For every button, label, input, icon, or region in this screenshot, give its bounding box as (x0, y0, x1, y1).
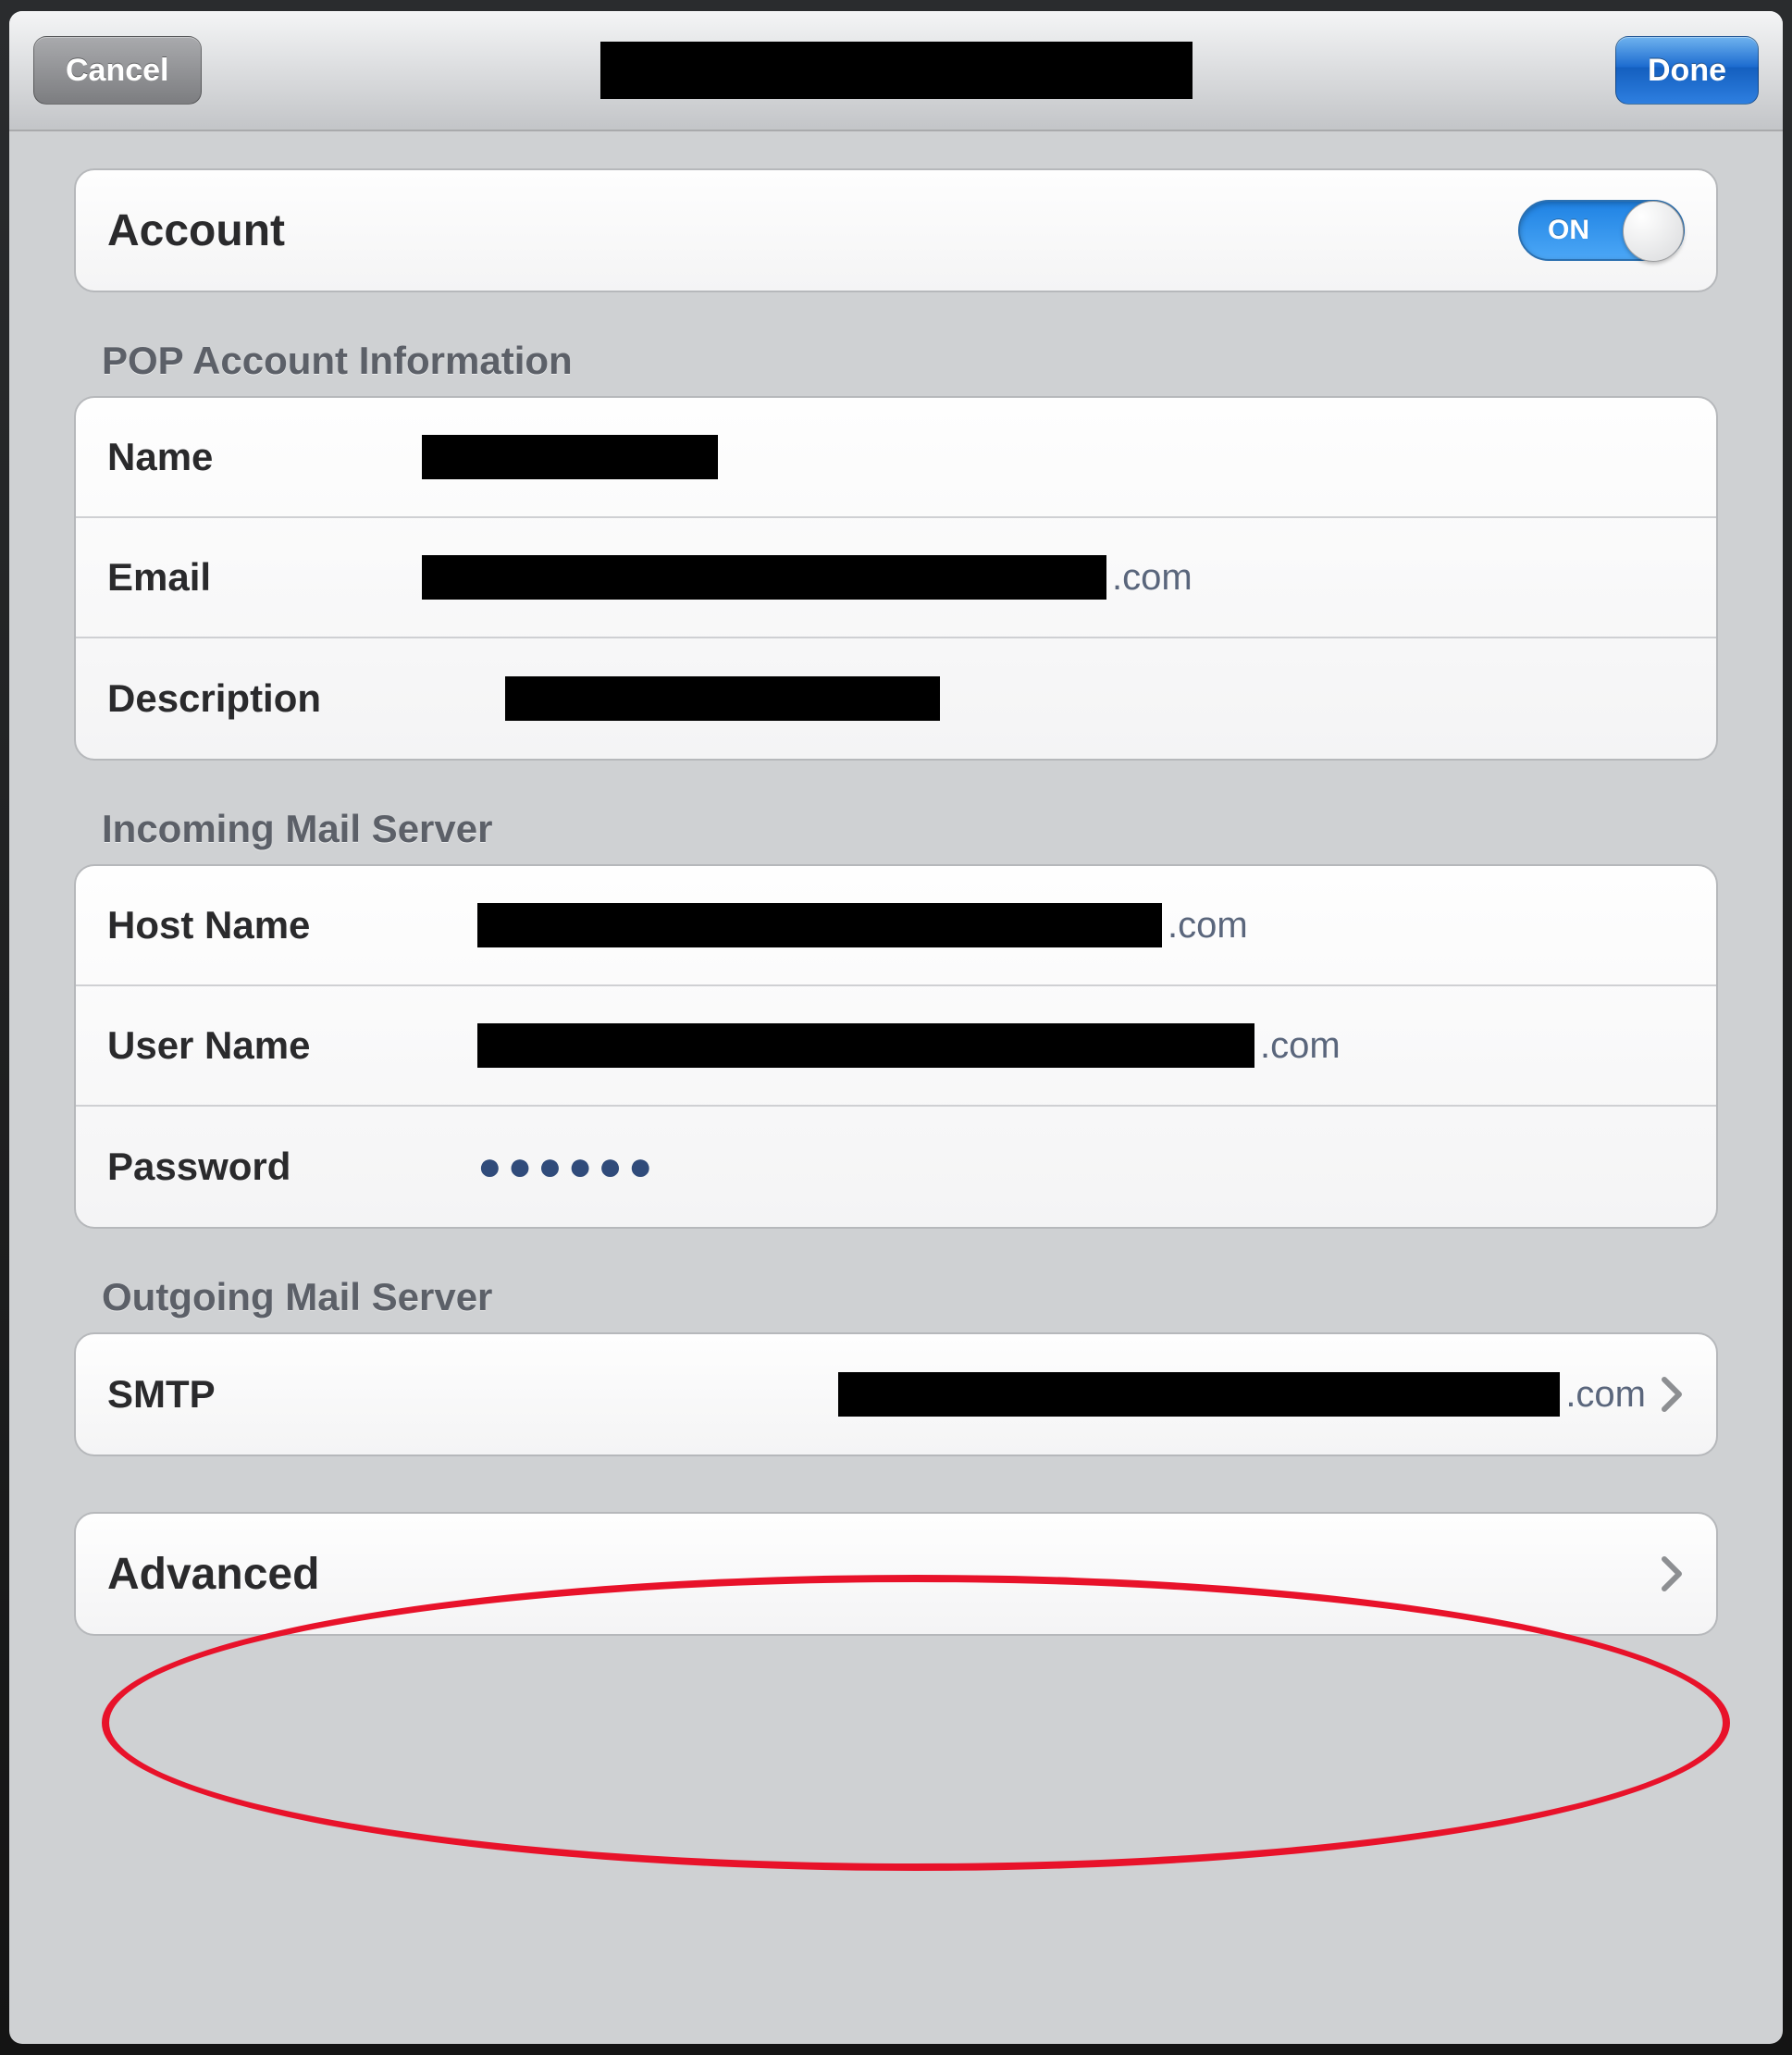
smtp-row[interactable]: SMTP .com (76, 1334, 1716, 1455)
settings-panel: Cancel Done Account ON POP Account Infor… (9, 11, 1783, 2044)
user-name-row[interactable]: User Name .com (76, 986, 1716, 1107)
host-name-row[interactable]: Host Name .com (76, 866, 1716, 986)
done-button[interactable]: Done (1615, 36, 1759, 105)
redacted-block (422, 555, 1106, 600)
pop-info-card: Name Email .com Description (74, 396, 1718, 761)
redacted-block (838, 1372, 1560, 1417)
description-value (505, 676, 1685, 721)
user-name-label: User Name (107, 1023, 477, 1068)
incoming-card: Host Name .com User Name .com Password (74, 864, 1718, 1229)
toggle-knob-icon (1623, 201, 1684, 262)
redacted-block (422, 435, 718, 479)
account-card: Account ON (74, 168, 1718, 292)
chevron-right-icon (1661, 1555, 1685, 1592)
toggle-on-label: ON (1548, 215, 1589, 246)
email-label: Email (107, 555, 422, 600)
outgoing-card: SMTP .com (74, 1332, 1718, 1456)
redacted-block (477, 1023, 1254, 1068)
redacted-block (477, 903, 1162, 947)
name-value (422, 435, 1685, 479)
chevron-right-icon (1661, 1376, 1685, 1413)
description-label: Description (107, 676, 505, 721)
page-title-redacted (600, 42, 1193, 99)
modal-header: Cancel Done (9, 11, 1783, 131)
description-row[interactable]: Description (76, 638, 1716, 759)
account-label: Account (107, 205, 422, 256)
name-row[interactable]: Name (76, 398, 1716, 518)
password-value: ●●●●●● (477, 1144, 1685, 1190)
advanced-label: Advanced (107, 1549, 1646, 1600)
account-toggle[interactable]: ON (1518, 200, 1685, 261)
host-name-label: Host Name (107, 903, 477, 947)
name-label: Name (107, 435, 422, 479)
password-dots: ●●●●●● (477, 1144, 658, 1190)
advanced-row[interactable]: Advanced (76, 1514, 1716, 1634)
host-name-value: .com (477, 903, 1685, 947)
email-row[interactable]: Email .com (76, 518, 1716, 638)
user-suffix: .com (1260, 1025, 1341, 1067)
account-row: Account ON (76, 170, 1716, 291)
section-title-incoming: Incoming Mail Server (102, 807, 1718, 851)
email-suffix: .com (1112, 557, 1193, 599)
password-row[interactable]: Password ●●●●●● (76, 1107, 1716, 1227)
advanced-card: Advanced (74, 1512, 1718, 1636)
smtp-value: .com (422, 1372, 1646, 1417)
smtp-label: SMTP (107, 1372, 422, 1417)
host-suffix: .com (1168, 905, 1248, 947)
user-name-value: .com (477, 1023, 1685, 1068)
smtp-suffix: .com (1565, 1374, 1646, 1416)
section-title-pop: POP Account Information (102, 339, 1718, 383)
email-value: .com (422, 555, 1685, 600)
password-label: Password (107, 1145, 477, 1189)
section-title-outgoing: Outgoing Mail Server (102, 1275, 1718, 1319)
cancel-button[interactable]: Cancel (33, 36, 202, 105)
redacted-block (505, 676, 940, 721)
